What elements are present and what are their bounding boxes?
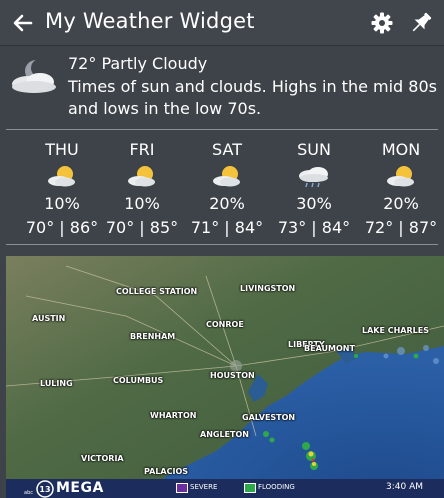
city-label: LULING bbox=[40, 379, 73, 388]
forecast-day-name: THU bbox=[45, 140, 79, 159]
abc13-logo-icon: 13 abc bbox=[24, 480, 54, 498]
city-label: PALACIOS bbox=[144, 467, 189, 476]
city-label: CONROE bbox=[206, 320, 244, 329]
widget-header: My Weather Widget bbox=[0, 0, 444, 46]
current-conditions: 72° Partly Cloudy Times of sun and cloud… bbox=[0, 46, 444, 128]
city-label: HOUSTON bbox=[210, 371, 255, 380]
svg-text:abc: abc bbox=[24, 490, 33, 496]
city-label: BEAUMONT bbox=[304, 344, 355, 353]
forecast-row: THU 10% 70° | 86° FRI 10% 70° | 85° SAT … bbox=[0, 130, 444, 242]
legend-severe: SEVERE bbox=[190, 483, 218, 491]
partly-sunny-icon bbox=[48, 166, 75, 187]
widget-title: My Weather Widget bbox=[45, 9, 255, 33]
legend-flooding: FLOODING bbox=[258, 483, 295, 491]
partly-sunny-icon bbox=[128, 166, 155, 187]
city-label: GALVESTON bbox=[242, 413, 296, 422]
showers-icon bbox=[299, 167, 328, 188]
legend-brand: MEGA bbox=[56, 480, 104, 496]
current-description: Times of sun and clouds. Highs in the mi… bbox=[68, 77, 437, 118]
city-label: WHARTON bbox=[150, 411, 197, 420]
forecast-temp-range: 70° | 86° bbox=[25, 218, 99, 237]
pin-icon[interactable] bbox=[407, 9, 435, 37]
forecast-day-name: FRI bbox=[129, 140, 155, 159]
arrow-left-icon[interactable] bbox=[10, 10, 36, 36]
forecast-temp-range: 72° | 87° bbox=[364, 218, 438, 237]
partly-sunny-icon bbox=[213, 166, 240, 187]
gear-icon[interactable] bbox=[370, 11, 394, 35]
radar-map[interactable]: COLLEGE STATION LIVINGSTON AUSTIN CONROE… bbox=[6, 256, 444, 498]
city-label: AUSTIN bbox=[32, 314, 66, 323]
forecast-precip: 20% bbox=[383, 194, 419, 213]
svg-text:13: 13 bbox=[39, 485, 50, 494]
forecast-precip: 10% bbox=[44, 194, 80, 213]
forecast-precip: 20% bbox=[209, 194, 245, 213]
city-label: LAKE CHARLES bbox=[362, 326, 429, 335]
forecast-day-name: SUN bbox=[297, 140, 331, 159]
severe-swatch bbox=[176, 483, 188, 493]
flooding-swatch bbox=[244, 483, 256, 493]
divider-bottom bbox=[6, 244, 438, 245]
legend-time: 3:40 AM bbox=[386, 482, 423, 492]
city-label: BRENHAM bbox=[130, 332, 176, 341]
partly-sunny-icon bbox=[387, 166, 414, 187]
forecast-temp-range: 70° | 85° bbox=[105, 218, 179, 237]
city-label: ANGLETON bbox=[200, 430, 249, 439]
forecast-day-name: SAT bbox=[212, 140, 242, 159]
forecast-day-name: MON bbox=[381, 140, 421, 159]
forecast-precip: 10% bbox=[124, 194, 160, 213]
city-label: VICTORIA bbox=[81, 454, 124, 463]
forecast-precip: 30% bbox=[296, 194, 332, 213]
map-legend: 13 abc MEGA SEVERE FLOODING 3:40 AM bbox=[6, 479, 444, 498]
forecast-temp-range: 71° | 84° bbox=[190, 218, 264, 237]
night-partly-cloudy-icon bbox=[12, 59, 56, 93]
forecast-temp-range: 73° | 84° bbox=[277, 218, 351, 237]
city-label: COLUMBUS bbox=[113, 376, 164, 385]
current-summary: 72° Partly Cloudy bbox=[68, 54, 208, 73]
city-label: COLLEGE STATION bbox=[116, 287, 198, 296]
city-label: LIVINGSTON bbox=[240, 284, 296, 293]
